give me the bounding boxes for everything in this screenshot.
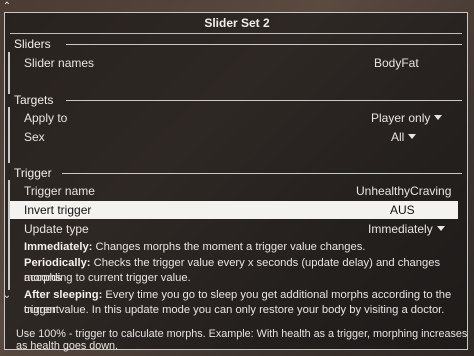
slider-names-value[interactable]: BodyFat (374, 56, 419, 70)
trigger-name-label: Trigger name (24, 184, 95, 198)
row-trigger-name[interactable]: Trigger name UnhealthyCraving (24, 182, 458, 207)
scroll-up-chevron-icon[interactable]: ⌃ (2, 2, 12, 12)
update-type-label: Update type (24, 222, 89, 236)
row-apply-to[interactable]: Apply to Player only (24, 109, 458, 127)
slider-names-label: Slider names (24, 56, 95, 70)
caret-down-icon (408, 134, 417, 139)
text-immediately: Changes morphs the moment a trigger valu… (92, 241, 366, 253)
row-sex[interactable]: Sex All (24, 128, 458, 146)
title-divider (10, 33, 462, 34)
page-title: Slider Set 2 (204, 16, 270, 30)
update-type-dropdown[interactable]: Immediately (368, 222, 445, 236)
section-bar-targets (8, 107, 10, 163)
trigger-name-value: UnhealthyCraving (356, 184, 452, 198)
term-after-sleeping: After sleeping: (24, 289, 103, 301)
invert-trigger-value[interactable]: AUS (390, 203, 415, 217)
sex-dropdown[interactable]: All (391, 130, 417, 144)
section-divider-sliders (66, 44, 462, 45)
section-bar-trigger (8, 180, 10, 290)
row-invert-trigger[interactable]: Invert trigger AUS (10, 201, 458, 219)
term-periodically: Periodically: (24, 257, 91, 269)
row-slider-names[interactable]: Slider names BodyFat (24, 54, 458, 72)
apply-to-label: Apply to (24, 111, 68, 125)
caret-down-icon (434, 115, 443, 120)
footer-hint: Use 100% - trigger to calculate morphs. … (16, 328, 468, 352)
section-header-sliders: Sliders (14, 37, 51, 51)
section-header-trigger: Trigger (14, 166, 52, 180)
section-bar-sliders (8, 52, 10, 94)
update-type-value: Immediately (368, 222, 433, 236)
description-periodically-cont: according to current trigger value. (24, 272, 191, 284)
section-header-targets: Targets (14, 93, 54, 107)
section-divider-trigger (62, 173, 462, 174)
scroll-down-chevron-icon[interactable]: ⌄ (2, 291, 12, 301)
row-update-type[interactable]: Update type Immediately (24, 220, 458, 238)
description-after-sleeping-cont: trigger value. In this update mode you c… (24, 304, 445, 316)
apply-to-dropdown[interactable]: Player only (371, 111, 443, 125)
sex-value: All (391, 130, 405, 144)
sex-label: Sex (24, 130, 45, 144)
section-divider-targets (66, 100, 462, 101)
apply-to-value: Player only (371, 111, 431, 125)
description-immediately: Immediately: Changes morphs the moment a… (24, 240, 454, 255)
caret-down-icon (436, 226, 445, 231)
term-immediately: Immediately: (24, 241, 93, 253)
invert-trigger-label: Invert trigger (24, 203, 92, 217)
